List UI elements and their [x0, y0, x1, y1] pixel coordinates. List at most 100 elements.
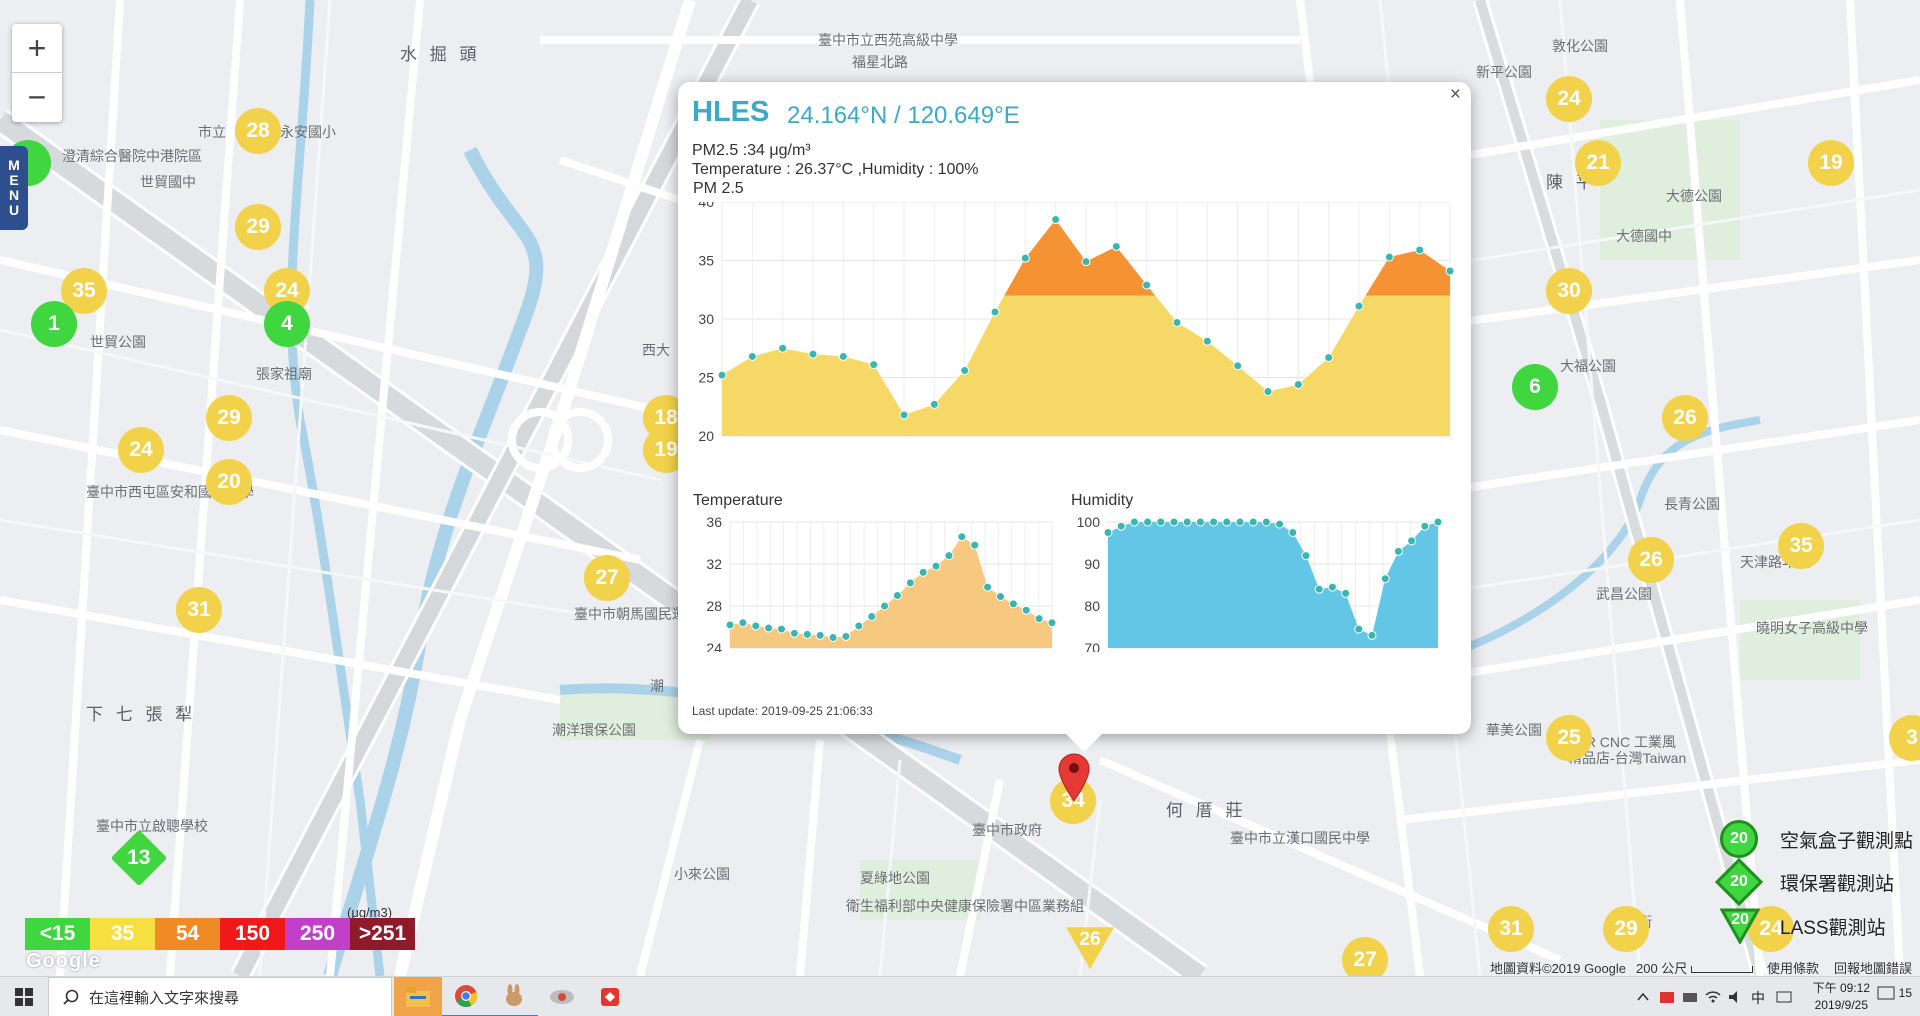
- close-icon[interactable]: ×: [1450, 84, 1461, 106]
- y-tick-label: 36: [706, 514, 722, 530]
- sensor-marker[interactable]: 31: [1488, 906, 1534, 952]
- y-tick-label: 40: [698, 202, 714, 210]
- sensor-marker[interactable]: 29: [206, 395, 252, 441]
- lass-station-marker[interactable]: 26: [1066, 927, 1114, 970]
- last-update-text: Last update: 2019-09-25 21:06:33: [692, 704, 873, 718]
- data-point: [1301, 551, 1311, 561]
- zoom-out-button[interactable]: −: [12, 73, 62, 122]
- report-error-link[interactable]: 回報地圖錯誤: [1834, 958, 1912, 977]
- station-legend-label: 空氣盒子觀測點: [1780, 830, 1914, 852]
- file-explorer-app[interactable]: [394, 977, 442, 1016]
- map-label: 何 厝 莊: [1166, 801, 1247, 820]
- data-point: [1433, 517, 1443, 527]
- sensor-marker[interactable]: 27: [584, 555, 630, 601]
- menu-tab[interactable]: M E N U: [0, 146, 28, 230]
- data-point: [1324, 353, 1334, 363]
- sensor-marker[interactable]: 31: [176, 587, 222, 633]
- map-label: 下 七 張 犁: [86, 705, 197, 724]
- chevron-up-icon[interactable]: [1636, 990, 1650, 1004]
- sensor-marker[interactable]: 35: [1778, 523, 1824, 569]
- notification-icon: [1877, 986, 1895, 1000]
- sensor-marker[interactable]: 28: [235, 108, 281, 154]
- sensor-marker[interactable]: 6: [1512, 364, 1558, 410]
- start-button[interactable]: [0, 977, 48, 1016]
- sensor-marker[interactable]: 30: [1546, 268, 1592, 314]
- data-point: [960, 365, 970, 375]
- menu-letter: M: [8, 157, 20, 173]
- sensor-marker[interactable]: 24: [1546, 76, 1592, 122]
- map-label: 大德國中: [1616, 228, 1672, 244]
- zoom-in-button[interactable]: +: [12, 24, 62, 73]
- sensor-marker[interactable]: 24: [118, 427, 164, 473]
- data-point: [905, 578, 915, 588]
- sensor-marker[interactable]: 29: [1603, 906, 1649, 952]
- tool-icon: [550, 990, 574, 1004]
- map-label: 福星北路: [852, 54, 908, 70]
- wifi-icon[interactable]: [1705, 989, 1721, 1005]
- windows-icon: [15, 988, 33, 1006]
- app-five[interactable]: [586, 977, 634, 1016]
- sensor-marker[interactable]: 26: [1662, 395, 1708, 441]
- sensor-marker[interactable]: 29: [235, 204, 281, 250]
- map-label: 華美公園: [1486, 722, 1542, 738]
- map-label: 衛生福利部中央健康保險署中區業務組: [846, 898, 1084, 914]
- y-tick-label: 32: [706, 556, 722, 572]
- terms-link[interactable]: 使用條款: [1767, 958, 1819, 977]
- data-point: [1445, 266, 1455, 276]
- data-point: [957, 532, 967, 542]
- sensor-marker[interactable]: 27: [1342, 937, 1388, 976]
- sensor-marker[interactable]: 20: [206, 459, 252, 505]
- map-label: 新平公園: [1476, 64, 1532, 80]
- security-icon[interactable]: [1659, 989, 1675, 1005]
- map-label: 世貿公園: [90, 334, 146, 350]
- taskbar-search-input[interactable]: 在這裡輸入文字來搜尋: [48, 977, 392, 1016]
- y-tick-label: 100: [1077, 514, 1101, 530]
- data-point: [880, 601, 890, 611]
- data-point: [747, 351, 757, 361]
- map-label: 大福公園: [1560, 358, 1616, 374]
- data-point: [995, 592, 1005, 602]
- ime-indicator[interactable]: 中: [1751, 988, 1765, 1008]
- data-point: [1261, 517, 1271, 527]
- app-four[interactable]: [538, 977, 586, 1016]
- app-three[interactable]: [490, 977, 538, 1016]
- data-point: [1209, 517, 1219, 527]
- data-point: [1047, 618, 1057, 628]
- data-point: [1202, 336, 1212, 346]
- data-point: [1248, 517, 1258, 527]
- sensor-marker[interactable]: 19: [1808, 140, 1854, 186]
- data-point: [1142, 280, 1152, 290]
- data-point: [1327, 582, 1337, 592]
- map-scale: 200 公尺: [1636, 958, 1753, 977]
- chrome-app[interactable]: [442, 977, 490, 1016]
- data-point: [1169, 517, 1179, 527]
- location-pin-icon[interactable]: [1057, 752, 1091, 802]
- search-placeholder: 在這裡輸入文字來搜尋: [89, 989, 240, 1007]
- menu-letter: N: [8, 187, 20, 203]
- notification-center[interactable]: 15: [1877, 986, 1912, 1002]
- clock[interactable]: 下午 09:12 2019/9/25: [1813, 980, 1870, 1014]
- data-point: [1384, 252, 1394, 262]
- data-point: [1182, 517, 1192, 527]
- data-point: [869, 360, 879, 370]
- sensor-marker[interactable]: 4: [264, 301, 310, 347]
- map-label: 武昌公園: [1596, 586, 1652, 602]
- map-label: 小來公園: [674, 866, 730, 882]
- y-tick-label: 35: [698, 253, 714, 269]
- area-fill: [1108, 522, 1438, 648]
- station-legend-label: 環保署觀測站: [1780, 873, 1895, 895]
- network-icon[interactable]: [1682, 989, 1698, 1005]
- sensor-marker[interactable]: 1: [31, 301, 77, 347]
- volume-icon[interactable]: [1728, 989, 1744, 1005]
- data-point: [1111, 241, 1121, 251]
- legend-item: 250: [285, 918, 350, 950]
- map-label: 水 掘 頭: [400, 45, 481, 64]
- data-point: [717, 370, 727, 380]
- sensor-marker[interactable]: 26: [1628, 537, 1674, 583]
- sensor-marker[interactable]: 21: [1575, 140, 1621, 186]
- keyboard-icon[interactable]: [1776, 989, 1792, 1005]
- map-label: 大德公園: [1666, 188, 1722, 204]
- pm25-color-legend: <15 35 54 150 250 >251: [25, 918, 415, 950]
- sensor-marker[interactable]: 25: [1546, 715, 1592, 761]
- data-point: [1420, 521, 1430, 531]
